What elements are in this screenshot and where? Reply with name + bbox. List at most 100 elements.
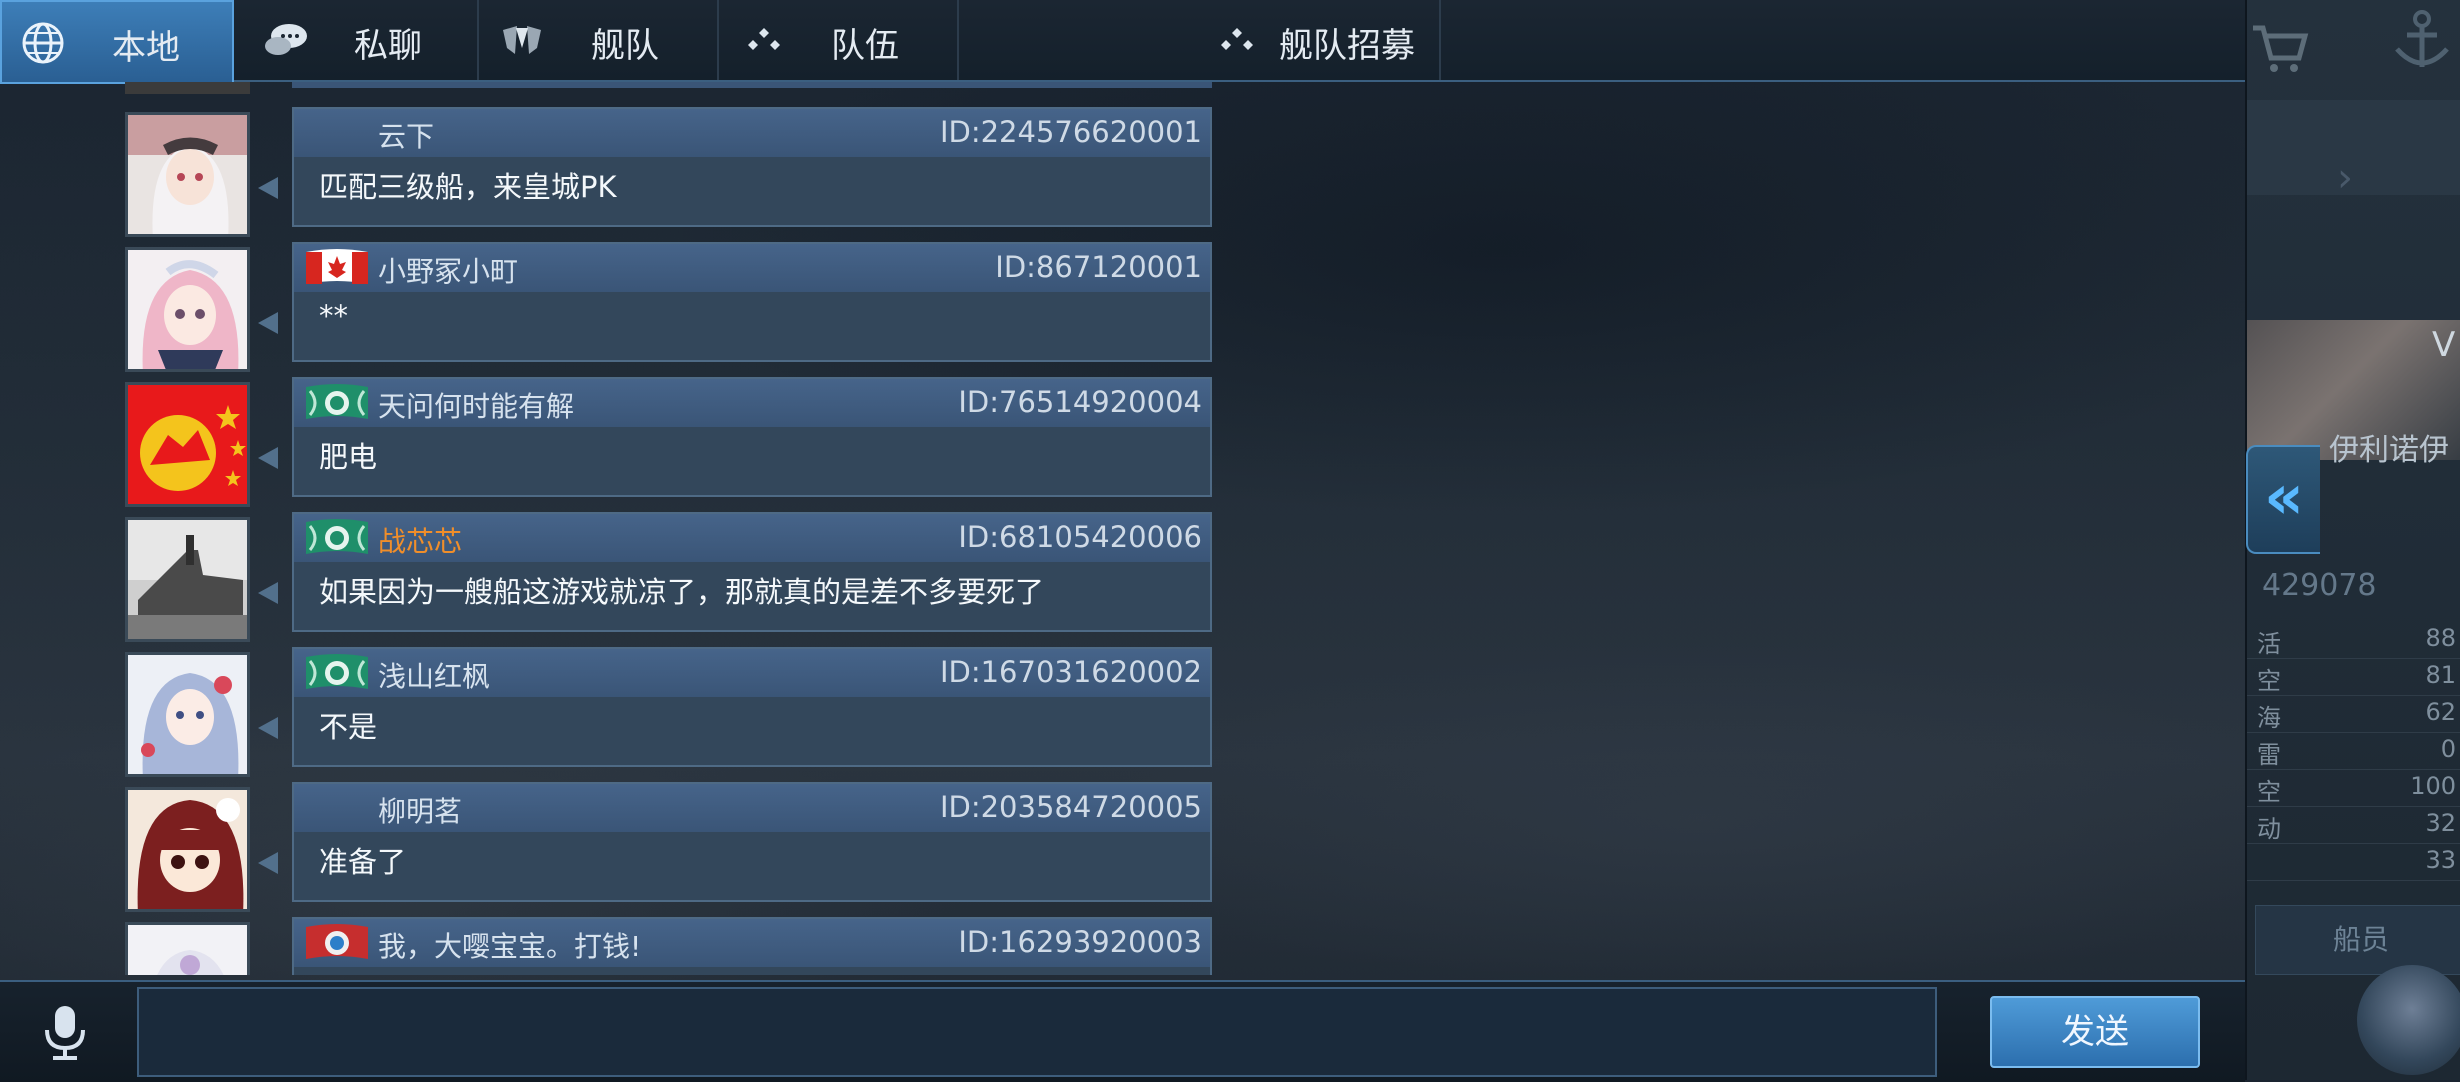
- tab-local[interactable]: 本地: [0, 0, 234, 84]
- stat-label: 动: [2257, 815, 2281, 843]
- chat-message-input[interactable]: [137, 987, 1937, 1077]
- chat-message-list[interactable]: 云下 ID:224576620001 匹配三级船，来皇城PK 小野冢小町 ID:…: [0, 82, 1215, 975]
- tab-label: 舰队: [591, 26, 659, 66]
- bubble-pointer: [258, 582, 278, 604]
- sender-id: ID:167031620002: [939, 655, 1202, 689]
- sender-id: ID:16293920003: [958, 925, 1202, 959]
- stat-row: 雷0: [2247, 731, 2460, 770]
- sender-id: ID:68105420006: [958, 520, 1202, 554]
- avatar-partial: [125, 82, 250, 94]
- sender-name[interactable]: 浅山红枫: [378, 655, 490, 695]
- avatar[interactable]: [125, 112, 250, 237]
- ship-tier-letter: V: [2432, 325, 2456, 365]
- message-bubble: 我，大嘤宝宝。打钱! ID:16293920003: [292, 917, 1212, 975]
- chat-message: 柳明茗 ID:203584720005 准备了: [0, 782, 1215, 912]
- stat-value: 81: [2425, 661, 2456, 689]
- avatar[interactable]: [125, 382, 250, 507]
- stat-row: 空 81: [2247, 657, 2460, 696]
- chat-message: 小野冢小町 ID:867120001 **: [0, 242, 1215, 372]
- green-emblem-icon: [304, 383, 370, 423]
- message-bubble: 云下 ID:224576620001 匹配三级船，来皇城PK: [292, 107, 1212, 227]
- crew-button[interactable]: 船员: [2255, 905, 2460, 975]
- stat-value: 88: [2425, 624, 2456, 652]
- tab-fleet[interactable]: 舰队: [479, 0, 719, 80]
- avatar[interactable]: [125, 652, 250, 777]
- tab-label: 本地: [112, 28, 180, 68]
- stat-row: 动 32: [2247, 805, 2460, 844]
- message-header: 天问何时能有解 ID:76514920004: [294, 379, 1210, 427]
- chat-message: 天问何时能有解 ID:76514920004 肥电: [0, 377, 1215, 507]
- stat-value: 0: [2440, 735, 2456, 763]
- ship-id-text: 429078: [2262, 568, 2377, 603]
- crew-avatar[interactable]: [2357, 965, 2460, 1075]
- chat-message: 云下 ID:224576620001 匹配三级船，来皇城PK: [0, 107, 1215, 237]
- message-header: 战芯芯 ID:68105420006: [294, 514, 1210, 562]
- sender-name[interactable]: 战芯芯: [378, 520, 462, 560]
- message-header: 浅山红枫 ID:167031620002: [294, 649, 1210, 697]
- message-text: **: [319, 299, 348, 333]
- message-text: 不是: [319, 710, 378, 744]
- stat-row: 33: [2247, 842, 2460, 881]
- tab-label: 舰队招募: [1279, 26, 1415, 66]
- stat-row: 空 100: [2247, 768, 2460, 807]
- bubble-partial: [292, 82, 1212, 88]
- stat-value: 32: [2425, 809, 2456, 837]
- shop-cart-icon[interactable]: [2249, 20, 2309, 87]
- message-bubble: 小野冢小町 ID:867120001 **: [292, 242, 1212, 362]
- chat-message: 战芯芯 ID:68105420006 如果因为一艘船这游戏就凉了，那就真的是差不…: [0, 512, 1215, 642]
- chat-message: 浅山红枫 ID:167031620002 不是: [0, 647, 1215, 777]
- sender-name[interactable]: 小野冢小町: [378, 250, 518, 290]
- message-header: 我，大嘤宝宝。打钱! ID:16293920003: [294, 919, 1210, 967]
- chat-input-bar: 发送: [0, 980, 2245, 1082]
- avatar[interactable]: [125, 517, 250, 642]
- canada-flag-icon: [304, 248, 370, 288]
- sender-id: ID:224576620001: [939, 115, 1202, 149]
- anchor-icon[interactable]: [2387, 5, 2457, 75]
- bubble-pointer: [258, 177, 278, 199]
- bubble-pointer: [258, 852, 278, 874]
- microphone-icon[interactable]: [35, 1002, 95, 1062]
- panel-header-block: [2247, 100, 2460, 195]
- team-dots-icon: [1214, 18, 1260, 64]
- fleet-emblem-icon: [499, 18, 545, 64]
- sender-id: ID:203584720005: [939, 790, 1202, 824]
- chat-message: 我，大嘤宝宝。打钱! ID:16293920003: [0, 917, 1215, 975]
- chevron-right-icon: ›: [2337, 155, 2353, 201]
- sender-name[interactable]: 我，大嘤宝宝。打钱!: [378, 925, 641, 965]
- avatar[interactable]: [125, 787, 250, 912]
- collapse-panel-button[interactable]: «: [2246, 445, 2320, 554]
- bubble-pointer: [258, 717, 278, 739]
- team-dots-icon: [741, 18, 787, 64]
- message-header: 云下 ID:224576620001: [294, 109, 1210, 157]
- message-header: 小野冢小町 ID:867120001: [294, 244, 1210, 292]
- bubble-pointer: [258, 312, 278, 334]
- tab-fleet-recruit[interactable]: 舰队招募: [959, 0, 1441, 80]
- sender-id: ID:76514920004: [958, 385, 1202, 419]
- sender-name[interactable]: 天问何时能有解: [378, 385, 574, 425]
- message-text: 匹配三级船，来皇城PK: [319, 170, 617, 204]
- chat-tab-bar: 本地 私聊 舰队 队伍 舰队招募: [0, 0, 2245, 84]
- sender-name[interactable]: 柳明茗: [378, 790, 462, 830]
- avatar[interactable]: [125, 922, 250, 975]
- message-text: 准备了: [319, 845, 407, 879]
- stat-label: 空: [2257, 778, 2281, 806]
- sender-id: ID:867120001: [995, 250, 1202, 284]
- message-header: 柳明茗 ID:203584720005: [294, 784, 1210, 832]
- tab-team[interactable]: 队伍: [719, 0, 959, 80]
- send-button[interactable]: 发送: [1990, 996, 2200, 1068]
- message-bubble: 浅山红枫 ID:167031620002 不是: [292, 647, 1212, 767]
- avatar[interactable]: [125, 247, 250, 372]
- tab-private-chat[interactable]: 私聊: [232, 0, 479, 80]
- red-emblem-icon: [304, 923, 370, 963]
- bubble-pointer: [258, 447, 278, 469]
- sender-name[interactable]: 云下: [378, 115, 434, 155]
- message-text: 如果因为一艘船这游戏就凉了，那就真的是差不多要死了: [319, 575, 1045, 609]
- stat-label: 空: [2257, 667, 2281, 695]
- stat-row: 海 62: [2247, 694, 2460, 733]
- message-bubble: 天问何时能有解 ID:76514920004 肥电: [292, 377, 1212, 497]
- tab-label: 队伍: [831, 26, 899, 66]
- stat-value: 100: [2410, 772, 2456, 800]
- stat-row: 活 88: [2247, 620, 2460, 659]
- green-emblem-icon: [304, 653, 370, 693]
- chat-bubbles-icon: [262, 18, 308, 64]
